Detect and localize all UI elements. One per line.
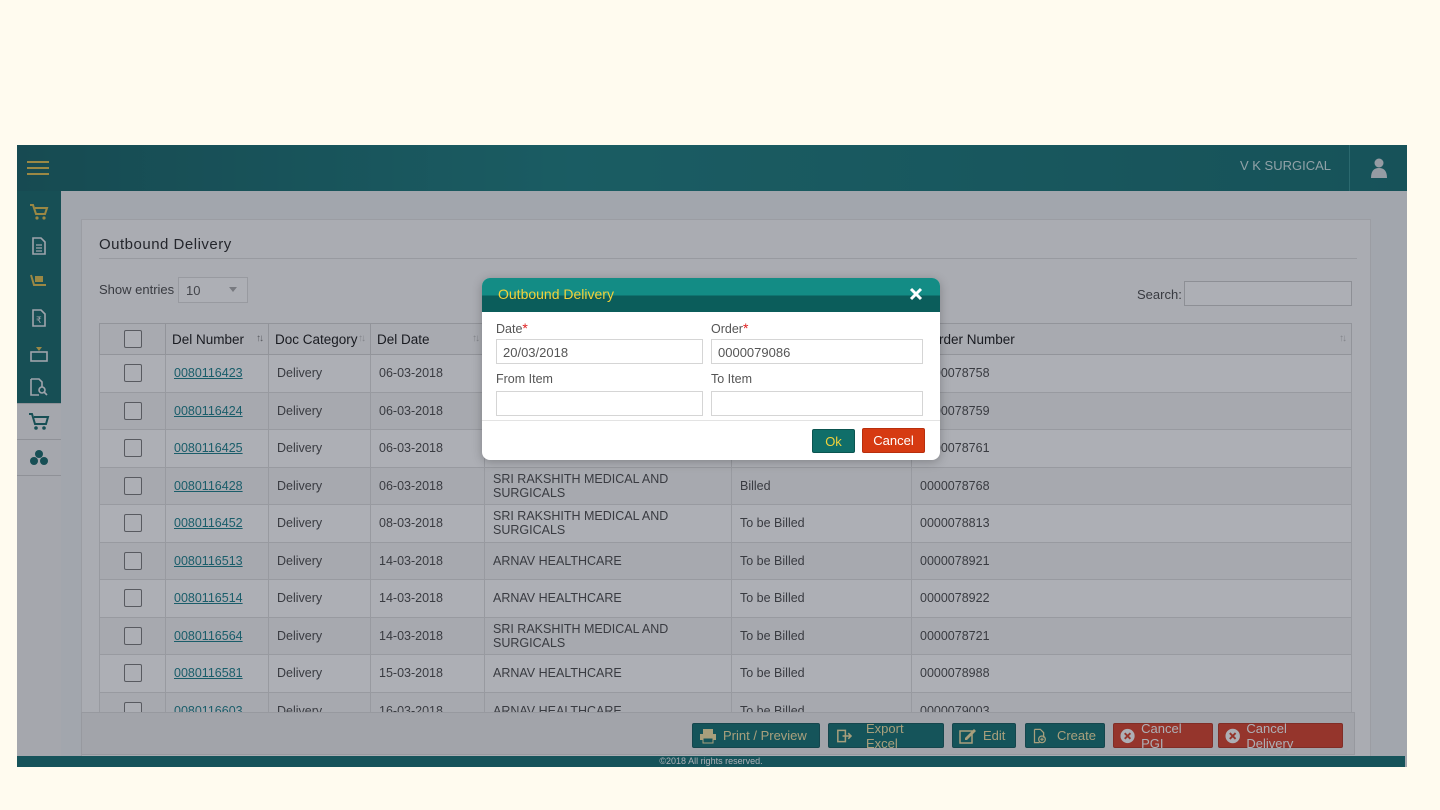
order-label: Order*	[711, 320, 749, 336]
date-field[interactable]: 20/03/2018	[496, 339, 703, 364]
required-marker: *	[742, 320, 749, 336]
close-icon[interactable]	[909, 287, 923, 301]
from-item-label: From Item	[496, 372, 553, 386]
dialog-title: Outbound Delivery	[498, 286, 614, 302]
from-item-field[interactable]	[496, 391, 703, 416]
date-label: Date*	[496, 320, 528, 336]
outbound-delivery-dialog: Outbound Delivery Date* 20/03/2018 Order…	[482, 278, 940, 460]
required-marker: *	[522, 320, 528, 336]
to-item-field[interactable]	[711, 391, 923, 416]
dialog-header: Outbound Delivery	[482, 278, 940, 312]
ok-button[interactable]: Ok	[812, 429, 855, 453]
order-field[interactable]: 0000079086	[711, 339, 923, 364]
cancel-button[interactable]: Cancel	[862, 428, 925, 453]
to-item-label: To Item	[711, 372, 752, 386]
